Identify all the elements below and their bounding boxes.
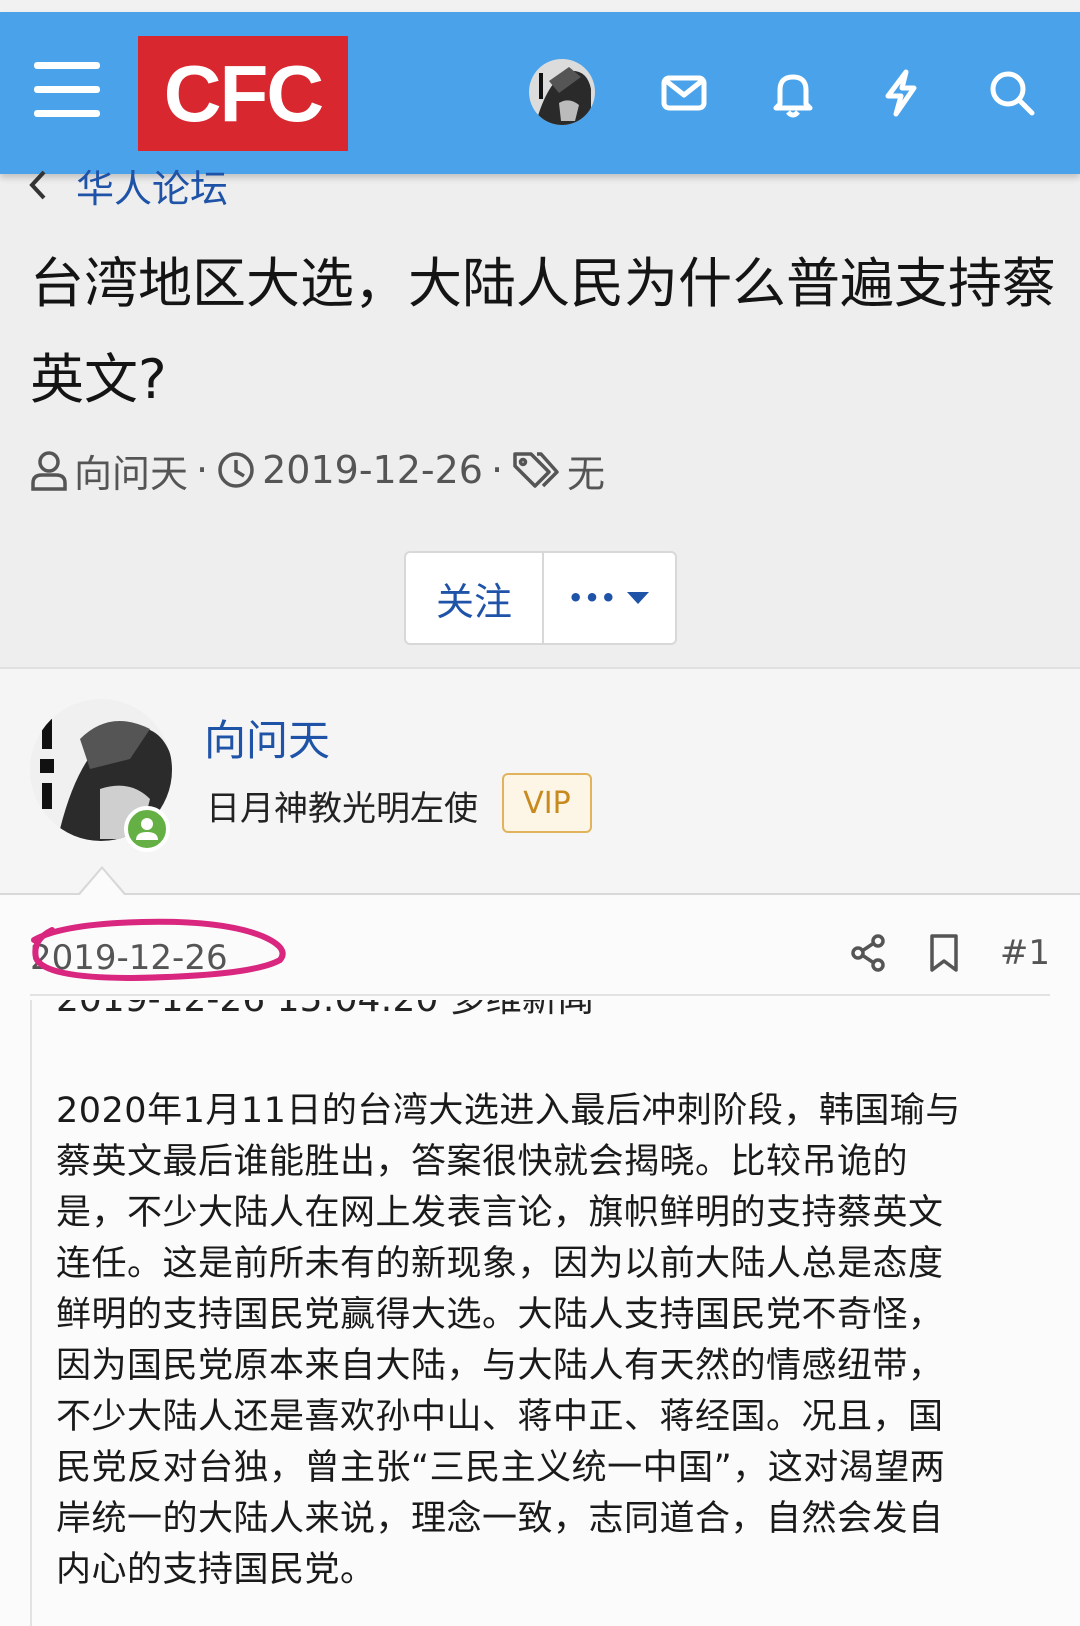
bell-icon[interactable] (766, 66, 820, 120)
meta-separator: · (196, 448, 209, 492)
thread-author[interactable]: 向问天 (74, 443, 188, 498)
thread-date[interactable]: 2019-12-26 (262, 448, 483, 492)
chevron-left-icon (29, 170, 46, 200)
thread-actions: 关注 ••• (404, 551, 677, 645)
account-avatar[interactable] (529, 59, 595, 125)
status-bar (0, 0, 1080, 12)
user-title: 日月神教光明左使 (206, 789, 478, 829)
post-username[interactable]: 向问天 (204, 707, 330, 768)
online-status-badge (124, 806, 170, 852)
meta-separator: · (490, 448, 504, 492)
caret-down-icon (627, 592, 650, 604)
lightning-icon[interactable] (874, 66, 928, 120)
thread-title: 台湾地区大选，大陆人民为什么普遍支持蔡英文? (30, 252, 1056, 411)
search-icon[interactable] (985, 66, 1039, 120)
tags-icon (513, 452, 559, 488)
site-logo[interactable]: CFC (138, 36, 348, 151)
breadcrumb-forum-link[interactable]: 华人论坛 (76, 158, 228, 213)
bookmark-icon[interactable] (928, 933, 960, 973)
top-navbar: CFC (0, 12, 1080, 174)
highlight-circle-annotation (31, 918, 286, 982)
thread-tags: 无 (567, 451, 606, 496)
post-header-divider (30, 994, 1050, 996)
more-options-button[interactable]: ••• (544, 553, 675, 643)
menu-icon[interactable] (34, 62, 100, 118)
post-actions: #1 (810, 928, 1050, 978)
post-number-link[interactable]: #1 (1000, 933, 1050, 973)
mail-icon[interactable] (657, 66, 711, 120)
more-options-label: ••• (567, 584, 618, 612)
thread-meta: 向问天 · 2019-12-26 · 无 (30, 444, 605, 496)
post-text: 2020年1月11日的台湾大选进入最后冲刺阶段，韩国瑜与 蔡英文最后谁能胜出，答… (56, 1091, 961, 1590)
clock-icon (218, 452, 254, 488)
share-icon[interactable] (850, 933, 888, 973)
breadcrumb[interactable]: 华人论坛 (26, 158, 228, 213)
vip-badge: VIP (502, 773, 592, 833)
user-icon (31, 451, 67, 491)
follow-button[interactable]: 关注 (406, 553, 544, 643)
post-author-panel: 向问天 日月神教光明左使 VIP (0, 667, 1080, 895)
panel-pointer-inner (79, 869, 125, 896)
post-content: 2019-12-26 15:04:20 多维新闻 2020年1月11日的台湾大选… (30, 1000, 1050, 1626)
post-source-line: 2019-12-26 15:04:20 多维新闻 (56, 1000, 594, 1022)
online-user-icon (136, 818, 158, 840)
